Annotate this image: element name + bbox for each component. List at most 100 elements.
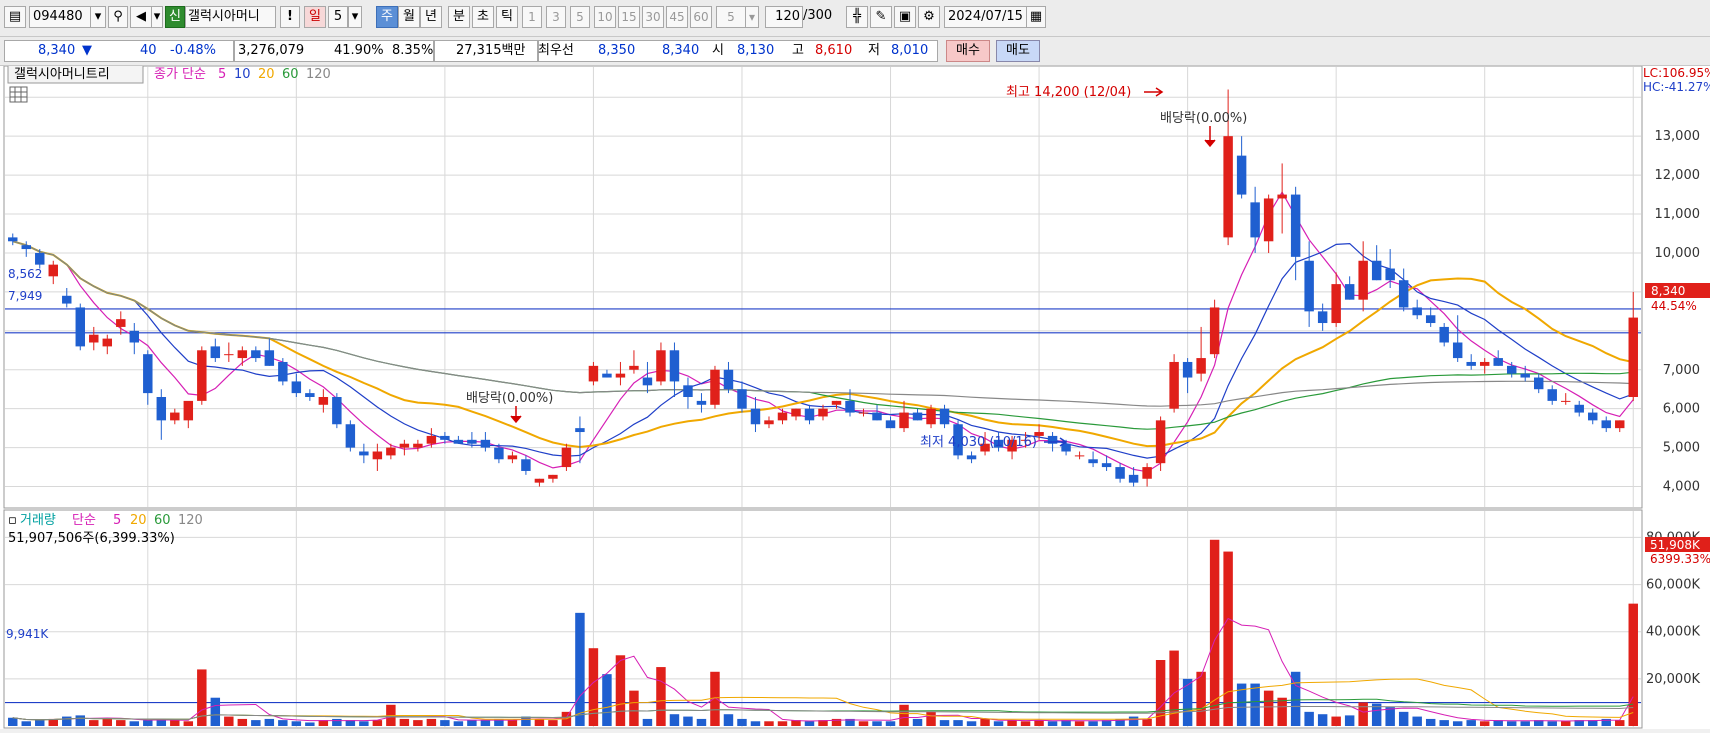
best-ask: 8,350 (598, 43, 636, 58)
volume-bar (372, 720, 383, 726)
candle-body (629, 365, 639, 370)
tick-count-field[interactable]: 5 (716, 6, 746, 28)
legend-ma60: 60 (282, 67, 299, 82)
candle-body (1561, 400, 1571, 402)
volume-bar (534, 718, 545, 726)
candle-body (710, 369, 720, 405)
volume-bar (1344, 715, 1355, 726)
candle-body (291, 381, 302, 394)
candle-body (1128, 474, 1139, 483)
tick-count-dropdown-icon[interactable]: ▾ (745, 6, 759, 28)
speaker-dropdown-icon[interactable]: ▾ (151, 6, 163, 28)
code-dropdown-icon[interactable]: ▾ (90, 6, 106, 28)
volume-legend-ma5: 5 (113, 513, 121, 528)
volume-bar (1331, 716, 1341, 726)
volume-bar (399, 718, 410, 726)
stock-name-field[interactable]: 갤럭시아머니 (185, 6, 276, 28)
volume-bar (966, 721, 977, 726)
search-icon[interactable]: ⚲ (108, 6, 128, 28)
volume-bar (953, 720, 963, 726)
candle-body (602, 373, 612, 378)
candle-body (926, 408, 936, 425)
period-month-button[interactable]: 월 (398, 6, 420, 28)
period-week-button[interactable]: 주 (376, 6, 398, 28)
period-second-button[interactable]: 초 (472, 6, 494, 28)
volume-bar (1615, 720, 1625, 726)
settings-gear-icon[interactable]: ⚙ (918, 6, 940, 28)
minute-1-button[interactable]: 1 (522, 6, 542, 28)
minute-15-button[interactable]: 15 (618, 6, 640, 28)
volume-bar (264, 718, 275, 726)
volume-bar (8, 717, 18, 726)
candle-body (899, 412, 909, 429)
screen-menu-icon[interactable]: ▤ (4, 6, 26, 28)
volume-bar (1182, 678, 1193, 726)
candle-body (1574, 404, 1584, 413)
minute-5-button[interactable]: 5 (570, 6, 590, 28)
draw-tool-icon[interactable]: ✎ (870, 6, 892, 28)
save-icon[interactable]: ▣ (894, 6, 916, 28)
day-count-dropdown-icon[interactable]: ▾ (348, 6, 362, 28)
buy-button[interactable]: 매수 (946, 40, 990, 62)
candle-body (278, 361, 288, 382)
minute-60-button[interactable]: 60 (690, 6, 712, 28)
candle-body (75, 307, 85, 347)
minute-45-button[interactable]: 45 (666, 6, 688, 28)
volume-bar (1074, 721, 1085, 726)
candle-body (386, 447, 396, 456)
candle-body (1506, 365, 1517, 374)
volume-hline-label: 9,941K (6, 627, 49, 641)
candle-body (426, 435, 437, 444)
candle-body (561, 447, 572, 468)
data-count-total: /300 (803, 8, 833, 23)
period-tick-button[interactable]: 틱 (496, 6, 518, 28)
volume-legend-icon: ▫ (8, 513, 17, 528)
candle-body (224, 354, 234, 356)
candle-body (359, 451, 369, 456)
stock-code-input[interactable]: 094480 (29, 6, 91, 28)
candle-body (737, 389, 747, 409)
volume-bar (737, 718, 747, 726)
candle-body (656, 350, 666, 382)
candle-body (372, 451, 383, 460)
chart-area[interactable]: 13,00012,00011,00010,0009,0007,0006,0005… (0, 64, 1710, 729)
date-input[interactable]: 2024/07/15 (944, 6, 1036, 28)
candle-body (116, 319, 126, 327)
day-count-field[interactable]: 5 (328, 6, 348, 28)
grid-table-icon[interactable] (9, 86, 28, 103)
minute-3-button[interactable]: 3 (546, 6, 566, 28)
speaker-icon[interactable]: ◀ (130, 6, 152, 28)
current-volume-pct: 6399.33% (1650, 552, 1710, 566)
volume-bar (75, 715, 85, 726)
calendar-icon[interactable]: ▦ (1026, 6, 1046, 28)
volume-bar (291, 721, 302, 726)
candle-body (399, 443, 410, 448)
current-volume-tag-text: 51,908K (1650, 538, 1701, 552)
candle-body (413, 443, 423, 448)
volume-bar (332, 718, 342, 726)
period-year-button[interactable]: 년 (420, 6, 442, 28)
stock-chart[interactable]: 13,00012,00011,00010,0009,0007,0006,0005… (0, 64, 1710, 729)
volume-bar (507, 720, 518, 726)
candle-body (1520, 373, 1530, 378)
volume-bar (602, 674, 612, 726)
candle-body (1115, 467, 1125, 479)
period-day-button[interactable]: 일 (304, 6, 326, 28)
volume-bar (116, 720, 126, 726)
minute-10-button[interactable]: 10 (594, 6, 616, 28)
candle-body (548, 474, 558, 479)
period-minute-button[interactable]: 분 (448, 6, 470, 28)
volume-bar (777, 721, 788, 726)
volume-axis-label: 20,000K (1646, 672, 1700, 687)
volume-bar (1088, 721, 1098, 726)
warning-button[interactable]: ! (280, 6, 300, 28)
data-count-input[interactable]: 120 (765, 6, 803, 28)
indicator-icon[interactable]: ╬ (846, 6, 868, 28)
sell-button[interactable]: 매도 (996, 40, 1040, 62)
minute-30-button[interactable]: 30 (642, 6, 664, 28)
candle-body (8, 237, 18, 242)
volume-bar (1439, 720, 1449, 726)
candle-body (21, 245, 31, 250)
candle-body (575, 428, 585, 433)
volume-bar (615, 655, 626, 726)
